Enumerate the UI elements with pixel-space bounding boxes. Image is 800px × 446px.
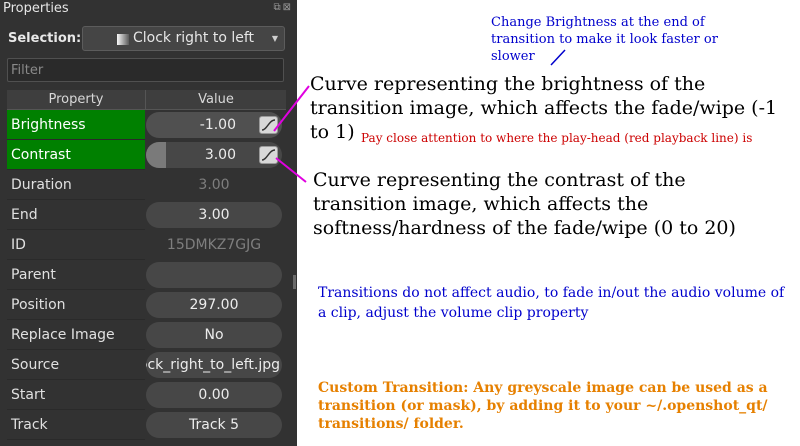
note-playhead: Pay close attention to where the play-he…: [361, 131, 753, 145]
note-custom-transition: Custom Transition: Any greyscale image c…: [318, 380, 768, 432]
note-brightness-timing: Change Brightness at the end of transiti…: [491, 15, 718, 64]
contrast-arrow: [275, 157, 307, 183]
note-contrast-curve: Curve representing the contrast of the t…: [313, 169, 736, 239]
note-audio: Transitions do not affect audio, to fade…: [318, 285, 785, 321]
brightness-arrow: [273, 85, 310, 132]
